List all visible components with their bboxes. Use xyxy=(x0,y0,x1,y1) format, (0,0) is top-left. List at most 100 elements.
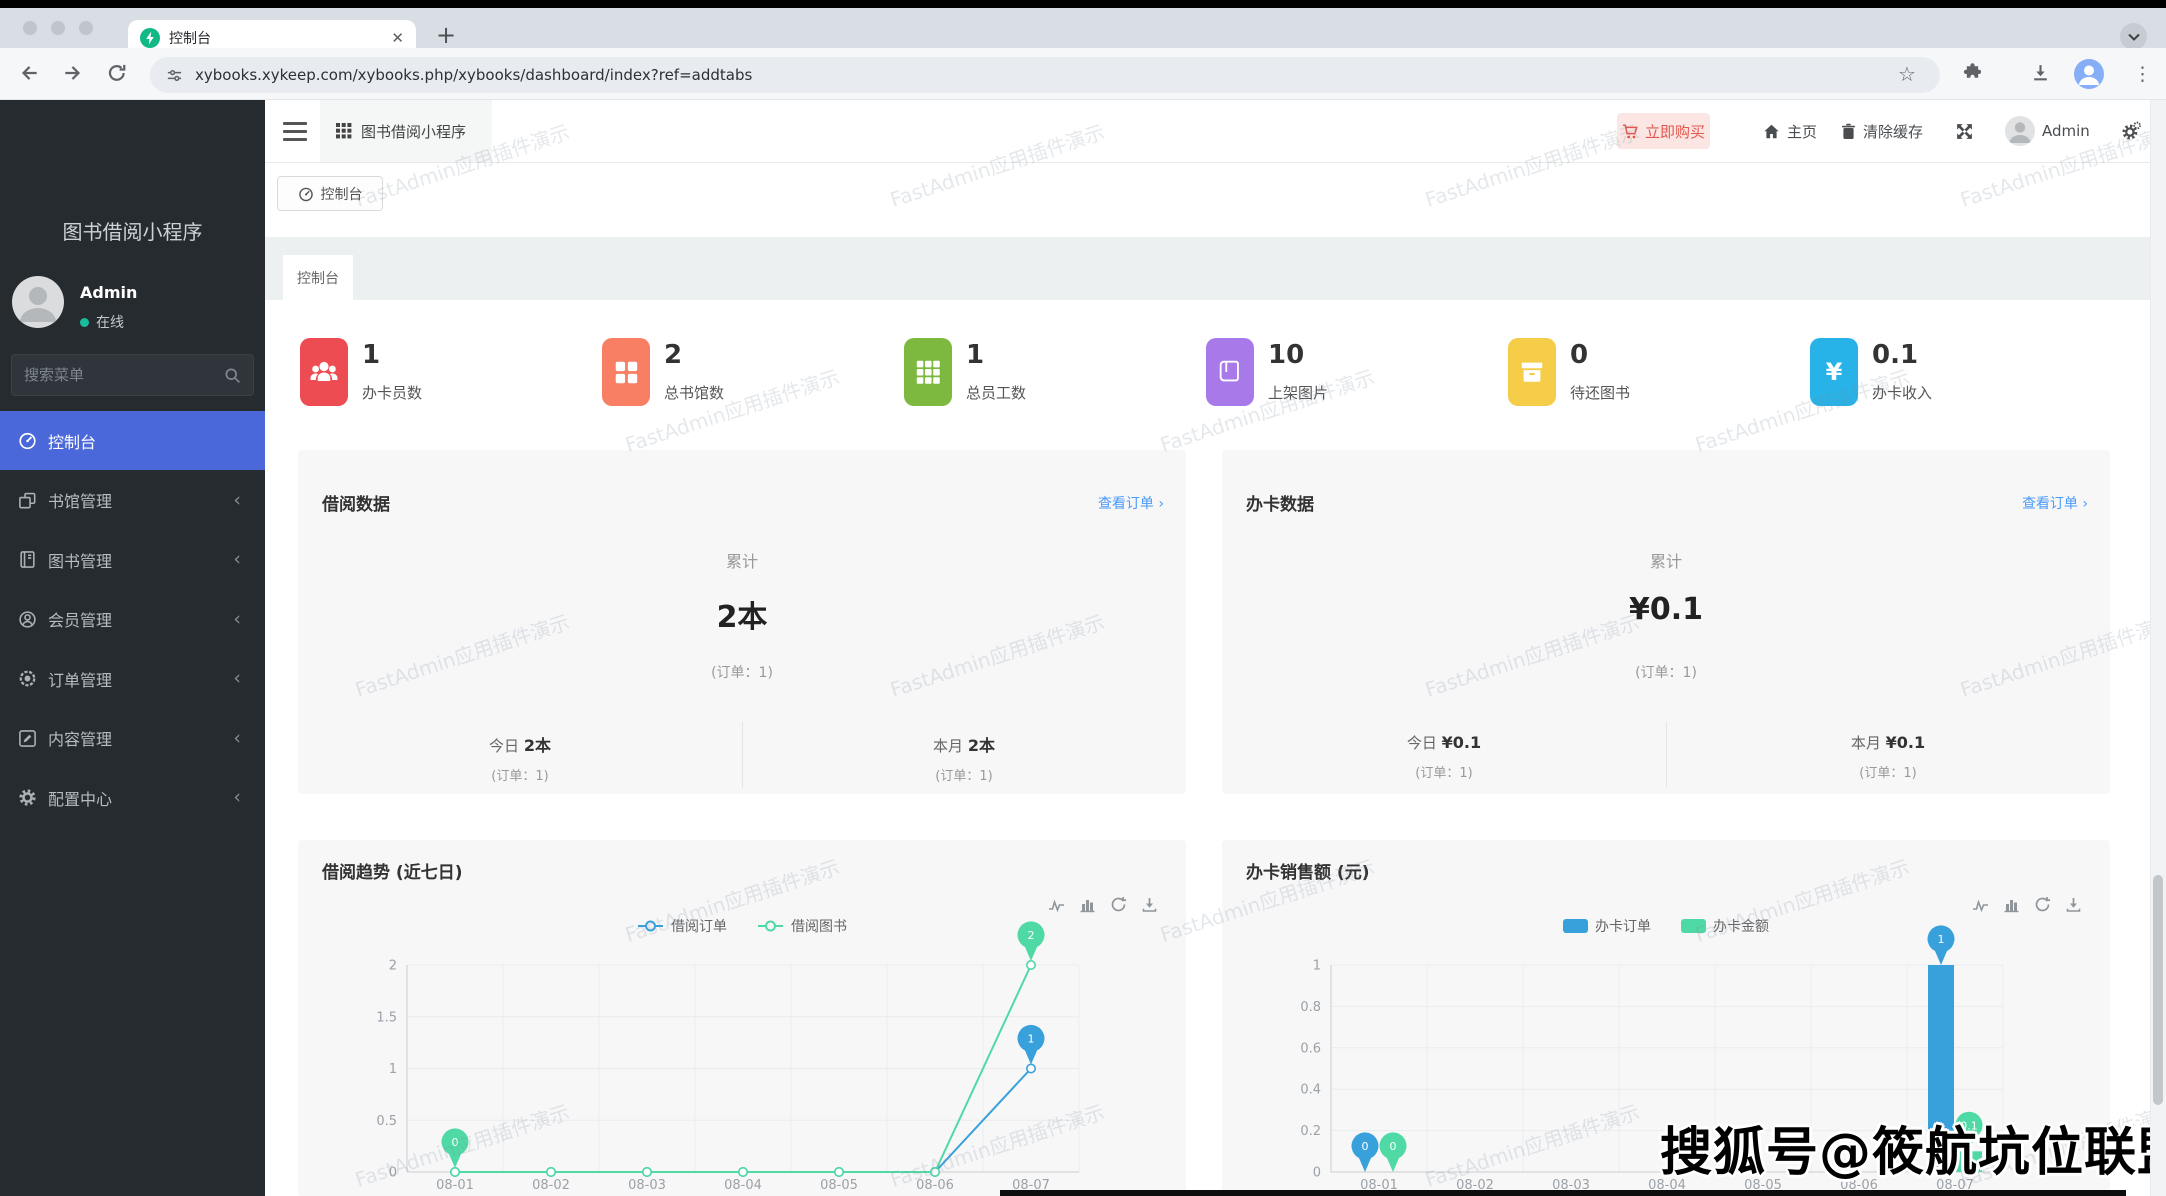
view-orders-link[interactable]: 查看订单 › xyxy=(2022,493,2088,513)
stat-value: 2 xyxy=(664,340,683,370)
url-text: xybooks.xykeep.com/xybooks.php/xybooks/d… xyxy=(195,66,753,84)
total-orders: (订单：1) xyxy=(1635,665,1697,681)
grid3-icon xyxy=(904,338,952,406)
menu-search-box xyxy=(11,354,254,396)
svg-text:08-06: 08-06 xyxy=(916,1178,954,1193)
user-avatar[interactable] xyxy=(12,276,64,328)
reload-button[interactable] xyxy=(106,62,128,88)
forward-button[interactable] xyxy=(62,62,84,88)
content-tabbar: 控制台 xyxy=(265,237,2150,300)
sidebar-item-order[interactable]: 订单管理 ‹ xyxy=(0,649,265,708)
buy-now-button[interactable]: 立即购买 xyxy=(1617,113,1710,149)
svg-text:0: 0 xyxy=(1390,1140,1397,1153)
home-button[interactable]: 主页 xyxy=(1763,100,1817,162)
sidebar-item-content[interactable]: 内容管理 ‹ xyxy=(0,709,265,768)
content-icon xyxy=(18,729,37,748)
chevron-left-icon: ‹ xyxy=(233,607,241,630)
svg-text:08-02: 08-02 xyxy=(532,1178,570,1193)
overlay-watermark: 搜狐号@筱航坑位联盟 xyxy=(1660,1123,2166,1183)
bottom-bar xyxy=(1000,1190,2126,1196)
svg-text:0: 0 xyxy=(452,1136,459,1149)
clear-cache-button[interactable]: 清除缓存 xyxy=(1841,100,1923,162)
search-icon[interactable] xyxy=(224,367,241,384)
chevron-left-icon: ‹ xyxy=(233,786,241,808)
member-icon xyxy=(18,610,37,629)
window-top-edge xyxy=(0,0,2166,8)
grid-icon xyxy=(336,123,352,139)
svg-text:0.5: 0.5 xyxy=(376,1114,397,1129)
browser-menu-icon[interactable]: ⋮ xyxy=(2133,63,2152,85)
navbar-avatar xyxy=(2005,116,2035,146)
menu-search-input[interactable] xyxy=(24,366,224,384)
tab-search-button[interactable] xyxy=(2120,23,2147,50)
month-stat: 本月 ¥0.1 (订单：1) xyxy=(1850,733,1926,781)
archive-icon xyxy=(1508,338,1556,406)
browser-tabstrip: 控制台 ✕ + xyxy=(0,8,2166,56)
chevron-left-icon: ‹ xyxy=(233,726,241,749)
svg-text:2: 2 xyxy=(389,959,397,974)
sidebar-toggle-icon[interactable] xyxy=(283,122,307,146)
address-bar[interactable]: xybooks.xykeep.com/xybooks.php/xybooks/d… xyxy=(150,57,1940,93)
traffic-light-minimize[interactable] xyxy=(51,21,65,35)
svg-text:08-03: 08-03 xyxy=(628,1178,666,1193)
svg-text:1: 1 xyxy=(1313,959,1321,974)
sidebar-item-member[interactable]: 会员管理 ‹ xyxy=(0,590,265,649)
sidebar-item-books[interactable]: 图书管理 ‹ xyxy=(0,530,265,589)
top-navbar: 图书借阅小程序 立即购买 主页 清除缓存 Admin xyxy=(265,100,2150,163)
stat-label: 办卡员数 xyxy=(362,384,423,402)
svg-text:08-04: 08-04 xyxy=(724,1178,762,1193)
stat-label: 上架图片 xyxy=(1268,384,1329,402)
chevron-left-icon: ‹ xyxy=(233,548,241,570)
yen-icon: ¥ xyxy=(1810,338,1858,406)
total-value: ¥0.1 xyxy=(1628,592,1704,627)
svg-text:1: 1 xyxy=(389,1062,397,1077)
downloads-icon[interactable] xyxy=(2030,62,2051,87)
svg-text:1: 1 xyxy=(1938,933,1945,946)
profile-avatar[interactable] xyxy=(2074,59,2104,93)
view-orders-link[interactable]: 查看订单 › xyxy=(1098,493,1164,513)
new-tab-button[interactable]: + xyxy=(436,21,456,49)
site-settings-icon[interactable] xyxy=(166,67,183,84)
bookmark-star-icon[interactable]: ☆ xyxy=(1898,64,1916,84)
traffic-light-close[interactable] xyxy=(23,21,37,35)
app-title: 图书借阅小程序 xyxy=(62,220,203,244)
sidebar-item-library[interactable]: 书馆管理 ‹ xyxy=(0,471,265,530)
tab-close-icon[interactable]: ✕ xyxy=(391,29,404,47)
grid2-icon xyxy=(602,338,650,406)
scrollbar-thumb[interactable] xyxy=(2153,875,2163,1105)
trash-icon xyxy=(1841,123,1856,140)
sidebar-item-dashboard[interactable]: 控制台 xyxy=(0,411,265,470)
total-label: 累计 xyxy=(1649,552,1682,571)
sidebar-item-config[interactable]: 配置中心 ‹ xyxy=(0,768,265,827)
settings-gears-icon[interactable] xyxy=(2121,100,2141,162)
sidebar: 图书借阅小程序 Admin 在线 控制台 书馆管理 ‹ 图书管理 ‹ 会员管理 … xyxy=(0,100,265,1196)
stat-label: 总书馆数 xyxy=(664,384,725,402)
tab-dashboard[interactable]: 控制台 xyxy=(283,255,353,300)
navbar-user[interactable]: Admin xyxy=(2005,100,2090,162)
extensions-icon[interactable] xyxy=(1962,62,1983,87)
stat-card-libraries: 2 总书馆数 xyxy=(600,336,895,428)
svg-text:0: 0 xyxy=(1362,1140,1369,1153)
favicon-icon xyxy=(140,28,160,48)
svg-text:0.8: 0.8 xyxy=(1300,1000,1321,1015)
dashboard-icon xyxy=(298,186,314,202)
stat-label: 总员工数 xyxy=(966,384,1027,402)
fullscreen-button[interactable] xyxy=(1955,100,1974,162)
svg-text:08-01: 08-01 xyxy=(436,1178,474,1193)
fullscreen-icon xyxy=(1957,123,1972,139)
config-icon xyxy=(18,788,37,807)
svg-text:2: 2 xyxy=(1028,929,1035,942)
breadcrumb-dashboard-button[interactable]: 控制台 xyxy=(277,176,383,211)
user-name: Admin xyxy=(80,283,138,302)
user-status: 在线 xyxy=(80,312,124,332)
home-icon xyxy=(1763,123,1780,140)
order-icon xyxy=(18,669,37,688)
traffic-light-maximize[interactable] xyxy=(79,21,93,35)
nav-tab-app[interactable]: 图书借阅小程序 xyxy=(320,100,492,162)
screen: 控制台 ✕ + xybooks.xykeep.com/xybooks.php/x… xyxy=(0,0,2166,1196)
stat-card-staff: 1 总员工数 xyxy=(902,336,1197,428)
svg-text:0.4: 0.4 xyxy=(1300,1083,1321,1098)
stat-value: 1 xyxy=(966,340,985,370)
nav-tab-label: 图书借阅小程序 xyxy=(361,122,467,141)
back-button[interactable] xyxy=(18,62,40,88)
